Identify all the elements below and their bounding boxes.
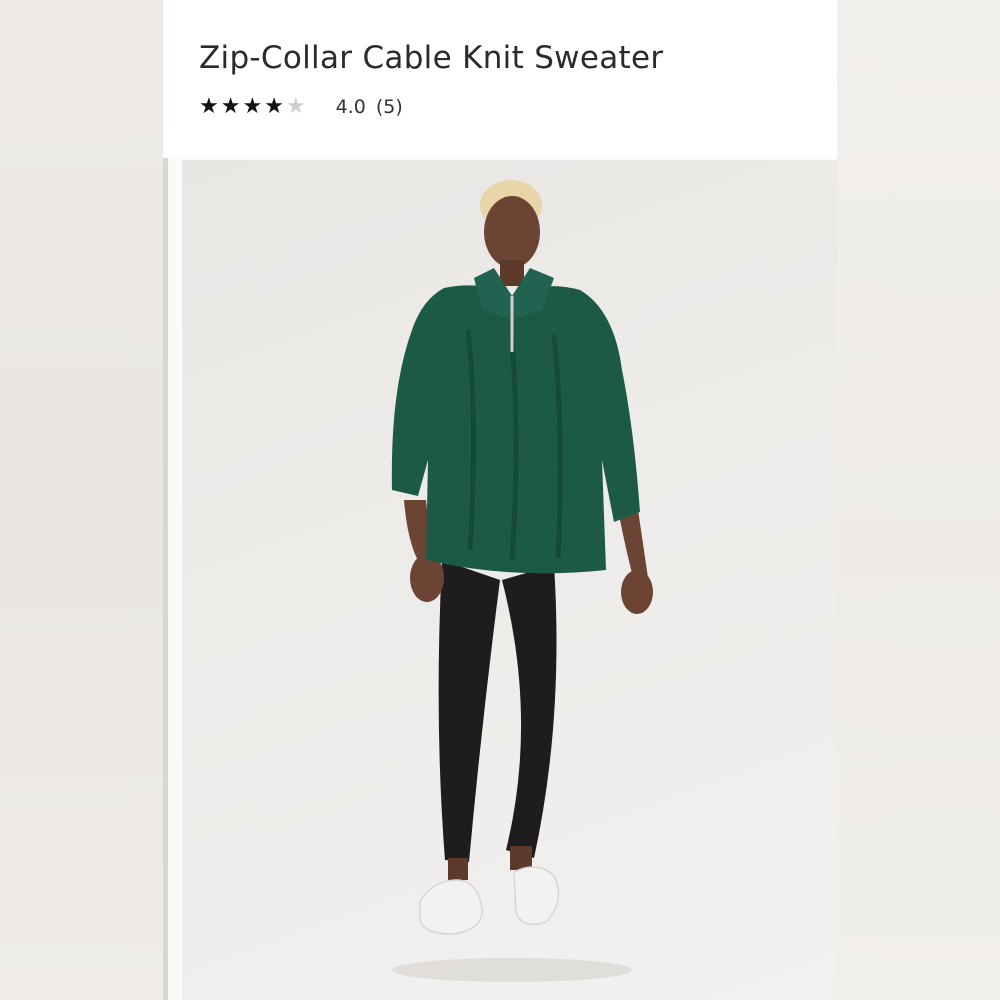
product-title: Zip-Collar Cable Knit Sweater	[199, 40, 664, 76]
star-filled-icon: ★	[264, 94, 284, 119]
rating-value: 4.0	[335, 96, 366, 118]
background-left-blur	[0, 0, 163, 1000]
star-filled-icon: ★	[242, 94, 263, 119]
background-right-blur	[837, 0, 1000, 1000]
product-card: Zip-Collar Cable Knit Sweater ★ ★ ★ ★ ★ …	[163, 0, 837, 1000]
product-image-frame	[163, 158, 837, 1000]
product-header: Zip-Collar Cable Knit Sweater ★ ★ ★ ★ ★ …	[163, 0, 837, 158]
product-photo[interactable]	[182, 160, 837, 1000]
star-filled-icon: ★	[220, 94, 241, 119]
review-count[interactable]: (5)	[376, 96, 403, 118]
image-frame-edge	[163, 158, 168, 1000]
star-filled-icon: ★	[199, 94, 219, 119]
model-figure-illustration	[391, 180, 653, 982]
product-rating[interactable]: ★ ★ ★ ★ ★ 4.0 (5)	[199, 92, 403, 122]
star-empty-icon: ★	[285, 94, 306, 119]
rating-stars: ★ ★ ★ ★ ★	[199, 96, 306, 118]
